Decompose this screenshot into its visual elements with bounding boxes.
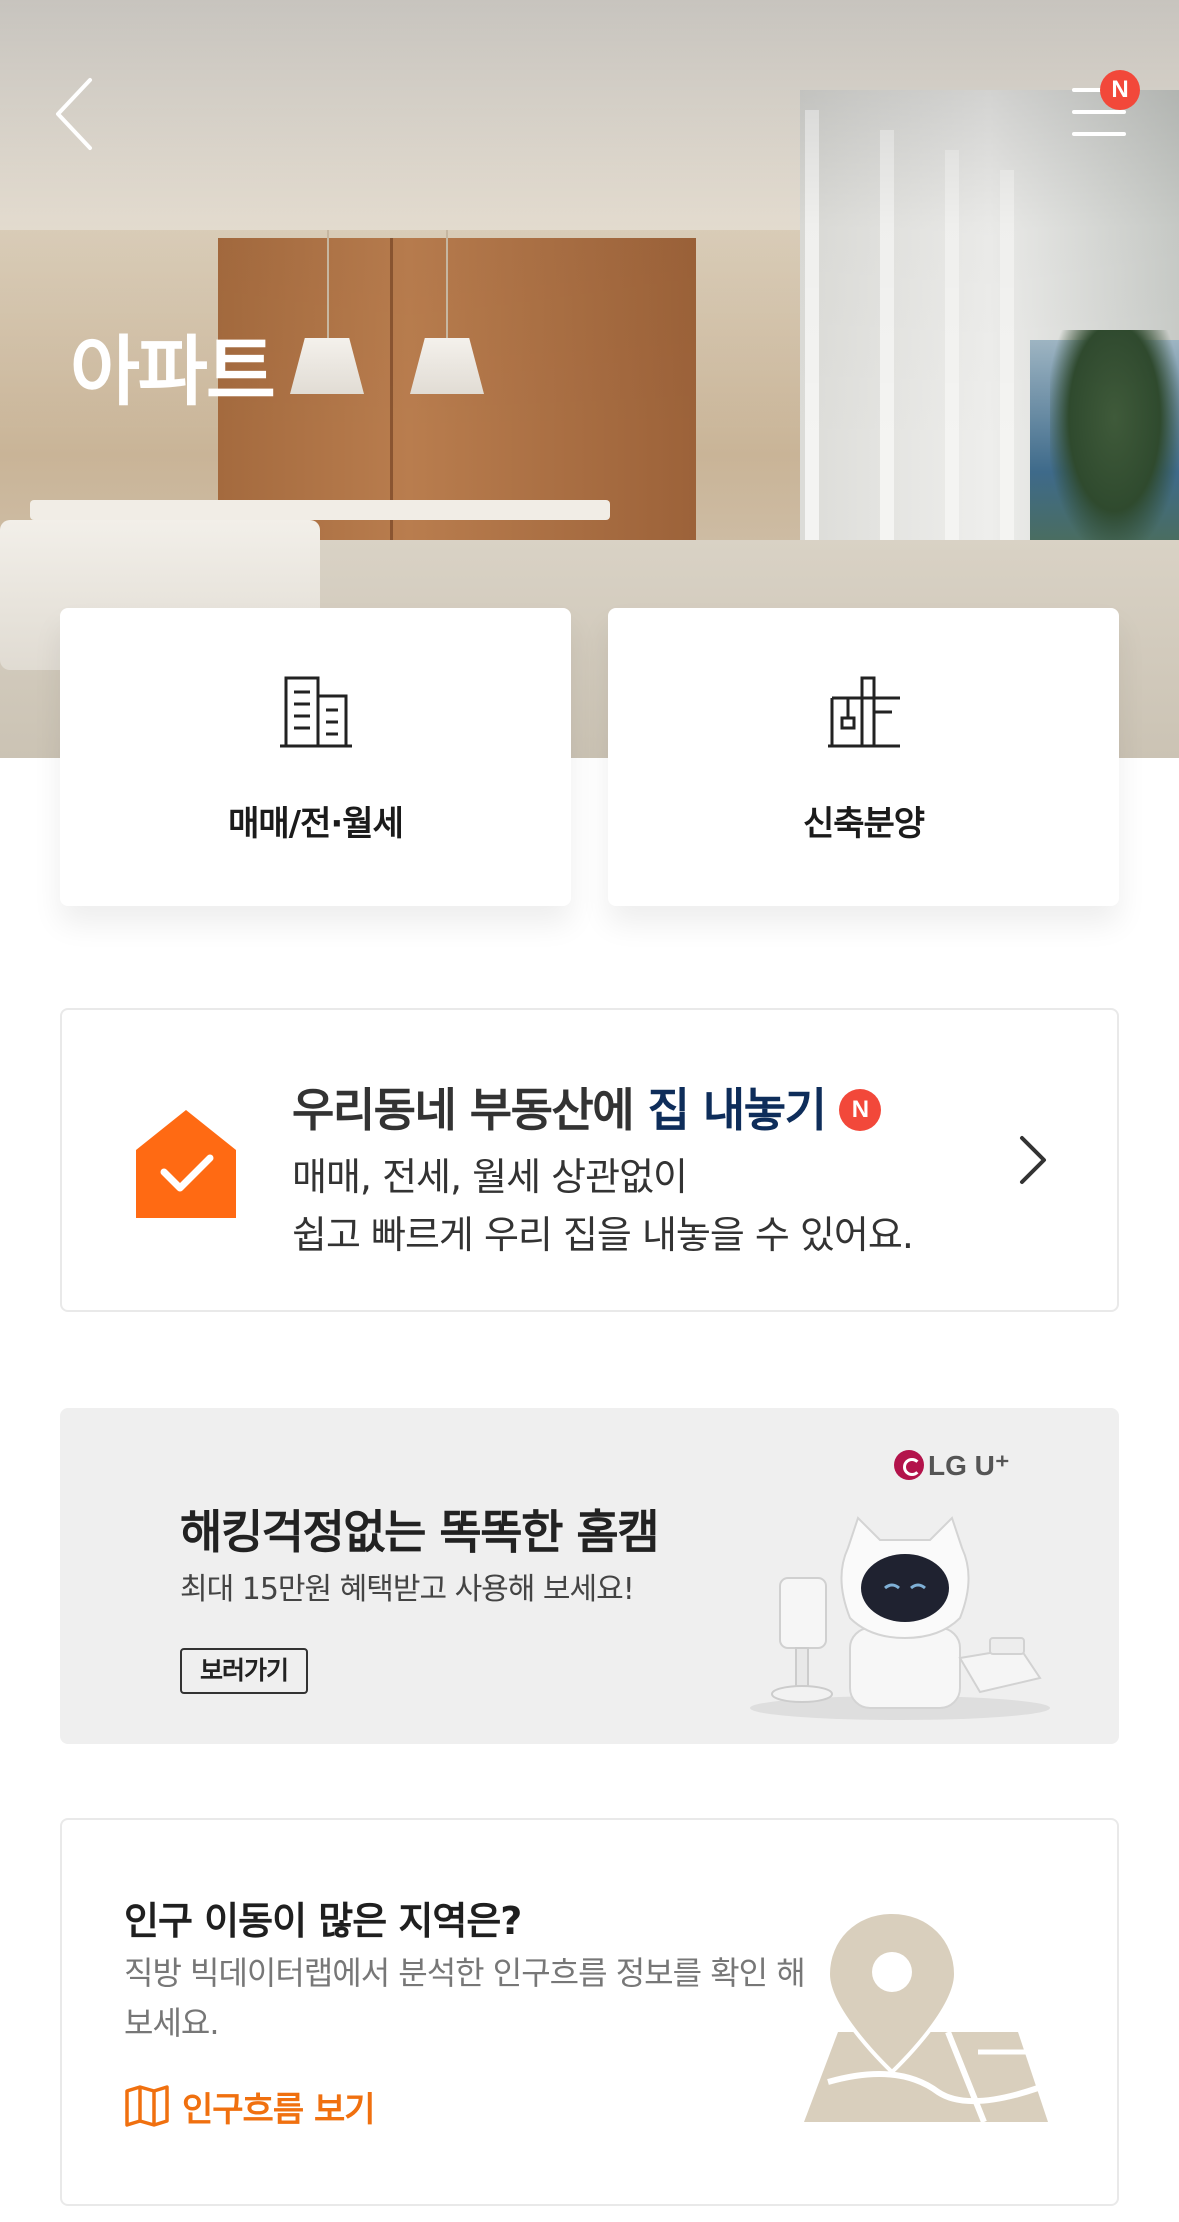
hamburger-menu-icon — [1072, 110, 1126, 114]
population-flow-card: 인구 이동이 많은 지역은? 직방 빅데이터랩에서 분석한 인구흐름 정보를 확… — [60, 1818, 1119, 2206]
ad-view-button[interactable]: 보러가기 — [180, 1648, 308, 1694]
listing-desc-line: 매매, 전세, 월세 상관없이 — [292, 1155, 688, 1199]
home-camera-image — [750, 1516, 1050, 1720]
new-badge: N — [839, 1088, 882, 1131]
list-my-home-card[interactable]: 우리동네 부동산에 집 내놓기 N 매매, 전세, 월세 상관없이 쉽고 빠르게 … — [60, 1008, 1119, 1312]
category-label: 신축분양 — [802, 804, 925, 844]
population-title: 인구 이동이 많은 지역은? — [124, 1899, 522, 1943]
listing-title: 우리동네 부동산에 집 내놓기 N — [292, 1074, 882, 1140]
map-icon — [125, 2085, 169, 2127]
listing-description: 매매, 전세, 월세 상관없이 쉽고 빠르게 우리 집을 내놓을 수 있어요. — [292, 1148, 914, 1264]
population-flow-link[interactable]: 인구흐름 보기 — [124, 2082, 376, 2130]
building-icon — [280, 676, 352, 748]
crane-icon — [828, 676, 900, 748]
hamburger-menu-icon — [1072, 132, 1126, 136]
ad-title: 해킹걱정없는 똑똑한 홈캠 — [180, 1505, 660, 1559]
listing-title-accent: 집 내놓기 — [647, 1083, 827, 1137]
category-new-presale[interactable]: 신축분양 — [608, 608, 1119, 906]
category-sale-rent[interactable]: 매매/전·월세 — [60, 608, 571, 906]
brand-name: LG U⁺ — [928, 1449, 1010, 1481]
ad-banner[interactable]: LG U⁺ 해킹걱정없는 똑똑한 홈캠 최대 15만원 혜택받고 사용해 보세요… — [60, 1408, 1119, 1744]
population-description: 직방 빅데이터랩에서 분석한 인구흐름 정보를 확인 해보세요. — [124, 1954, 806, 2042]
chevron-left-icon — [56, 78, 92, 150]
brand-logo: LG U⁺ — [894, 1446, 1010, 1484]
page-title: 아파트 — [70, 327, 276, 416]
back-button[interactable] — [52, 74, 108, 154]
house-check-icon — [136, 1110, 236, 1218]
population-link-label: 인구흐름 보기 — [182, 2089, 376, 2130]
map-pin-icon — [804, 1912, 1048, 2122]
listing-title-prefix: 우리동네 부동산에 — [292, 1083, 648, 1137]
ad-subtitle: 최대 15만원 혜택받고 사용해 보세요! — [180, 1572, 635, 1607]
lg-logo-icon — [894, 1450, 924, 1480]
menu-button[interactable]: N — [1068, 70, 1140, 140]
new-badge: N — [1100, 70, 1140, 110]
listing-desc-line: 쉽고 빠르게 우리 집을 내놓을 수 있어요. — [292, 1213, 914, 1257]
category-label: 매매/전·월세 — [228, 804, 404, 844]
chevron-right-icon — [1020, 1136, 1046, 1184]
